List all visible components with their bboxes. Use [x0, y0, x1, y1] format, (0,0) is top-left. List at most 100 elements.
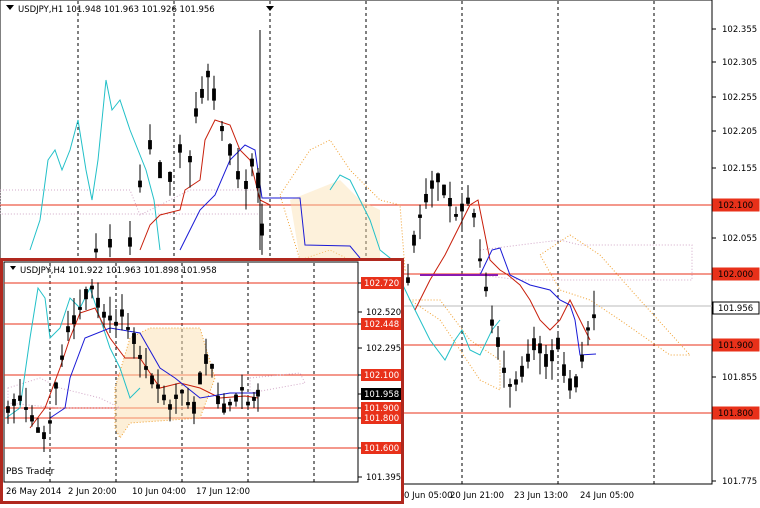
candle-body: [484, 286, 488, 292]
price-tag-label: 102.448: [364, 320, 399, 330]
candle-body: [108, 238, 112, 248]
candle-body: [222, 403, 226, 413]
candle-body: [234, 394, 238, 402]
candle-body: [212, 88, 216, 101]
price-tick-label: 102.295: [366, 344, 401, 354]
price-tick-label: 101.775: [722, 477, 757, 487]
candle-body: [256, 172, 260, 189]
candle-body: [538, 343, 542, 354]
candle-body: [260, 223, 264, 236]
candle-body: [424, 193, 428, 203]
candle-body: [256, 389, 260, 397]
candle-body: [586, 327, 590, 331]
price-tag-label: 101.800: [718, 409, 753, 419]
candle-body: [192, 401, 196, 414]
candle-body: [526, 353, 530, 362]
candle-body: [574, 376, 578, 388]
candle-body: [194, 108, 198, 117]
candle-body: [580, 354, 584, 362]
candle-body: [114, 321, 118, 326]
candle-body: [442, 184, 446, 196]
candle-body: [430, 180, 434, 189]
candle-body: [168, 404, 172, 410]
candle-body: [158, 162, 162, 179]
candle-body: [84, 289, 88, 300]
price-tick-label: 102.255: [722, 93, 757, 103]
price-tick-label: 102.205: [722, 127, 757, 137]
price-tags: 102.100 102.000 101.956 101.900 101.800: [712, 198, 760, 420]
time-tick-label: 26 May 2014: [6, 487, 61, 497]
candle-body: [200, 88, 204, 98]
price-tag-label: 101.958: [364, 390, 399, 400]
price-tick-label: 102.520: [366, 308, 401, 318]
inset-chart-h4[interactable]: 102.720 102.520 102.448 102.295 102.100 101.9…: [0, 258, 404, 504]
candle-body: [454, 214, 458, 217]
candle-body: [6, 406, 10, 413]
price-tick-label: 101.395: [366, 473, 401, 483]
candle-body: [246, 401, 250, 406]
candle-body: [198, 372, 202, 385]
candle-body: [132, 333, 136, 344]
candle-body: [138, 180, 142, 188]
candle-body: [550, 350, 554, 362]
candle-body: [102, 311, 106, 318]
candle-body: [36, 427, 40, 433]
candle-body: [520, 365, 524, 377]
price-tag-label: 102.100: [364, 371, 399, 381]
candle-body: [514, 379, 518, 385]
candle-body: [144, 366, 148, 370]
candle-body: [54, 382, 58, 389]
candle-body: [156, 384, 160, 389]
candle-body: [148, 140, 152, 150]
candle-body: [228, 144, 232, 156]
price-tag-label: 101.600: [364, 444, 399, 454]
candle-body: [204, 354, 208, 364]
inset-title: USDJPY,H4 101.922 101.963 101.898 101.95…: [20, 266, 217, 276]
candle-body: [250, 158, 254, 167]
candle-body: [78, 307, 82, 310]
price-tag-label: 101.956: [718, 304, 753, 314]
candle-body: [496, 337, 500, 347]
candle-body: [436, 173, 440, 183]
candle-body: [252, 396, 256, 401]
candle-body: [502, 367, 506, 373]
candle-body: [126, 327, 130, 330]
candle-body: [532, 338, 536, 351]
price-tag-label: 102.720: [364, 279, 399, 289]
price-tag-label: 101.900: [718, 341, 753, 351]
candle-body: [418, 214, 422, 218]
candle-body: [48, 420, 52, 424]
time-axis: 0 Jun 05:0020 Jun 21:00 23 Jun 13:00 24 Ju…: [404, 491, 634, 501]
candle-body: [592, 314, 596, 319]
price-tag-label: 102.100: [718, 201, 753, 211]
watermark: PBS Trader: [6, 467, 55, 477]
price-tick-label: 102.055: [722, 234, 757, 244]
time-tick-label: 0 Jun 05:00: [404, 491, 453, 501]
candle-body: [568, 378, 572, 391]
candle-body: [490, 319, 494, 326]
candle-body: [244, 180, 248, 189]
candle-body: [24, 407, 28, 410]
candle-body: [174, 394, 178, 399]
candle-body: [120, 309, 124, 317]
candle-body: [544, 354, 548, 367]
price-tick-label: 101.855: [722, 373, 757, 383]
candle-body: [30, 415, 34, 422]
inset-chart-svg: 102.720 102.520 102.448 102.295 102.100 101.9…: [0, 258, 404, 504]
candle-body: [18, 395, 22, 401]
candle-body: [460, 203, 464, 212]
candle-body: [12, 399, 16, 406]
candle-body: [188, 156, 192, 163]
candle-body: [478, 258, 482, 262]
candle-body: [66, 326, 70, 333]
candle-body: [216, 395, 220, 405]
candle-body: [72, 315, 76, 325]
candle-body: [186, 402, 190, 406]
time-tick-label: 10 Jun 04:00: [132, 487, 186, 497]
candle-body: [472, 212, 476, 218]
candle-body: [178, 144, 182, 153]
candle-body: [180, 389, 184, 394]
candle-body: [138, 354, 142, 359]
candle-body: [60, 355, 64, 360]
candle-body: [228, 401, 232, 406]
